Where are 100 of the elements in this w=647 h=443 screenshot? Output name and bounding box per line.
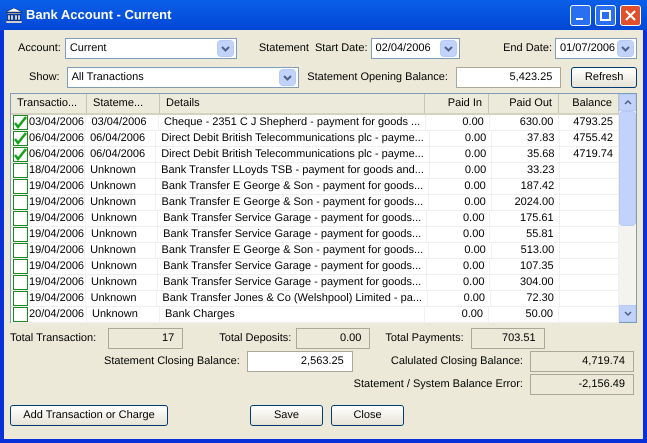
maximize-button[interactable] <box>595 4 616 26</box>
table-cell-text: Unknown <box>90 291 136 306</box>
table-cell-text: 0.00 <box>464 195 486 210</box>
row-checkbox[interactable] <box>13 227 28 242</box>
table-cell-text: Unknown <box>90 163 136 178</box>
table-cell-text: 33.23 <box>526 163 554 178</box>
column-header[interactable]: Paid In <box>425 94 489 113</box>
table-cell-text: Bank Transfer LLoyds TSB - payment for goods and... <box>161 163 424 178</box>
table-cell-text: 187.42 <box>520 179 554 194</box>
refresh-button[interactable]: Refresh <box>571 67 637 88</box>
table-cell-text: Bank Charges <box>165 307 235 322</box>
table-cell-text: 2024.00 <box>514 195 554 210</box>
table-cell-text: 304.00 <box>520 275 554 290</box>
minimize-button[interactable] <box>570 4 591 26</box>
row-checkbox[interactable] <box>13 131 28 146</box>
table-cell-text: Bank Transfer Service Garage - payment for goods... <box>163 275 422 290</box>
closing-balance-field[interactable]: 2,563.25 <box>246 350 353 372</box>
table-cell-text: Direct Debit British Telecommunications plc - payme... <box>161 131 424 146</box>
table-cell-text: 18/04/2006 <box>29 163 84 178</box>
row-checkbox[interactable] <box>13 259 28 274</box>
table-cell-text: Bank Transfer E George & Son - payment for goods... <box>161 243 424 258</box>
checkmark-icon <box>14 132 27 145</box>
table-cell-text: 19/04/2006 <box>29 211 84 226</box>
table-cell-text: 19/04/2006 <box>29 195 84 210</box>
table-cell-text: Unknown <box>91 211 137 226</box>
table-cell-text: 20/04/2006 <box>29 307 84 322</box>
scrollbar[interactable] <box>619 94 636 322</box>
row-checkbox[interactable] <box>13 211 28 226</box>
row-checkbox[interactable] <box>13 195 28 210</box>
close-icon <box>625 10 636 20</box>
table-cell-text: Bank Transfer Service Garage - payment for goods... <box>163 211 422 226</box>
close-button[interactable]: Close <box>331 405 404 426</box>
table-cell-text: Bank Transfer E George & Son - payment for goods... <box>161 179 424 194</box>
table-cell-text: Bank Transfer E George & Son - payment for goods... <box>161 195 424 210</box>
table-cell-text: Bank Transfer Service Garage - payment for goods... <box>163 259 422 274</box>
row-checkbox[interactable] <box>13 179 28 194</box>
table-cell-text: 19/04/2006 <box>29 179 84 194</box>
scroll-thumb[interactable] <box>619 111 636 226</box>
field-label: Statement <box>258 41 309 56</box>
table-cell-text: 4793.25 <box>573 115 613 130</box>
close-button[interactable] <box>620 4 641 26</box>
table-cell-text: Unknown <box>90 179 136 194</box>
row-checkbox[interactable] <box>13 163 28 178</box>
table-cell-text: 0.00 <box>464 243 486 258</box>
table-cell-text: Bank Transfer Jones & Co (Welshpool) Limited - pa... <box>162 291 422 306</box>
table-cell-text: 630.00 <box>520 115 554 130</box>
table-cell-text: 06/04/2006 <box>29 131 84 146</box>
column-header[interactable]: Transactio... <box>11 94 87 113</box>
table-cell-text: 0.00 <box>464 131 486 146</box>
scroll-down-button[interactable] <box>619 305 636 322</box>
row-checkbox[interactable] <box>13 243 28 258</box>
table-cell-text: 4719.74 <box>573 147 613 162</box>
balance-error-field: -2,156.49 <box>530 374 634 394</box>
account-dropdown[interactable]: Current <box>64 38 237 59</box>
field-label: Start Date: <box>314 41 368 56</box>
field-label: Statement / System Balance Error: <box>354 376 523 392</box>
row-checkbox[interactable] <box>13 307 28 322</box>
table-cell-text: 37.83 <box>526 131 554 146</box>
table-cell-text: Cheque - 2351 C J Shepherd - payment for goods ... <box>164 115 420 130</box>
table-cell-text: 50.00 <box>525 307 553 322</box>
save-button[interactable]: Save <box>250 405 323 426</box>
add-transaction-button[interactable]: Add Transaction or Charge <box>10 405 168 426</box>
opening-balance-field[interactable]: 5,423.25 <box>456 67 562 88</box>
table-cell-text: 0.00 <box>463 211 484 226</box>
field-label: Statement Opening Balance: <box>307 70 448 86</box>
row-checkbox[interactable] <box>13 275 28 290</box>
window-title: Bank Account - Current <box>26 6 172 24</box>
minimize-icon <box>576 18 582 20</box>
table-cell-text: 19/04/2006 <box>29 291 84 306</box>
table-cell-text: 513.00 <box>520 243 554 258</box>
table-cell-text: Unknown <box>92 307 138 322</box>
column-header[interactable]: Paid Out <box>489 94 559 113</box>
table-cell-text: 0.00 <box>462 115 484 130</box>
checkmark-icon <box>14 116 27 129</box>
row-checkbox[interactable] <box>13 291 28 306</box>
table-cell-text: Unknown <box>90 195 136 210</box>
table-cell-text: Unknown <box>91 227 137 242</box>
row-checkbox[interactable] <box>13 147 28 162</box>
total-deposits-field: 0.00 <box>296 328 370 348</box>
field-label: End Date: <box>503 41 552 56</box>
table-cell-text: Unknown <box>91 259 137 274</box>
table-cell-text: 19/04/2006 <box>29 259 84 274</box>
table-cell-text: 19/04/2006 <box>29 275 84 290</box>
table-cell-text: 06/04/2006 <box>90 131 146 146</box>
field-label: Total Deposits: <box>219 330 292 346</box>
field-label: Show: <box>29 70 60 86</box>
table-cell-text: 55.81 <box>526 227 554 242</box>
show-dropdown[interactable]: All Tranactions <box>66 67 300 88</box>
end-date-picker[interactable]: 01/07/2006 <box>555 38 637 59</box>
column-header[interactable]: Details <box>160 94 425 113</box>
table-cell-text: 72.30 <box>526 291 554 306</box>
table-cell-text: 03/04/2006 <box>29 115 84 130</box>
table-cell-text: Bank Transfer Service Garage - payment for goods... <box>163 227 422 242</box>
row-checkbox[interactable] <box>13 115 28 130</box>
table-cell-text: 0.00 <box>462 307 483 322</box>
start-date-picker[interactable]: 02/04/2006 <box>370 38 460 59</box>
field-label: Account: <box>18 41 61 56</box>
scroll-up-button[interactable] <box>619 94 636 111</box>
table-cell-text: 0.00 <box>463 275 484 290</box>
column-header[interactable]: Stateme... <box>87 94 160 113</box>
